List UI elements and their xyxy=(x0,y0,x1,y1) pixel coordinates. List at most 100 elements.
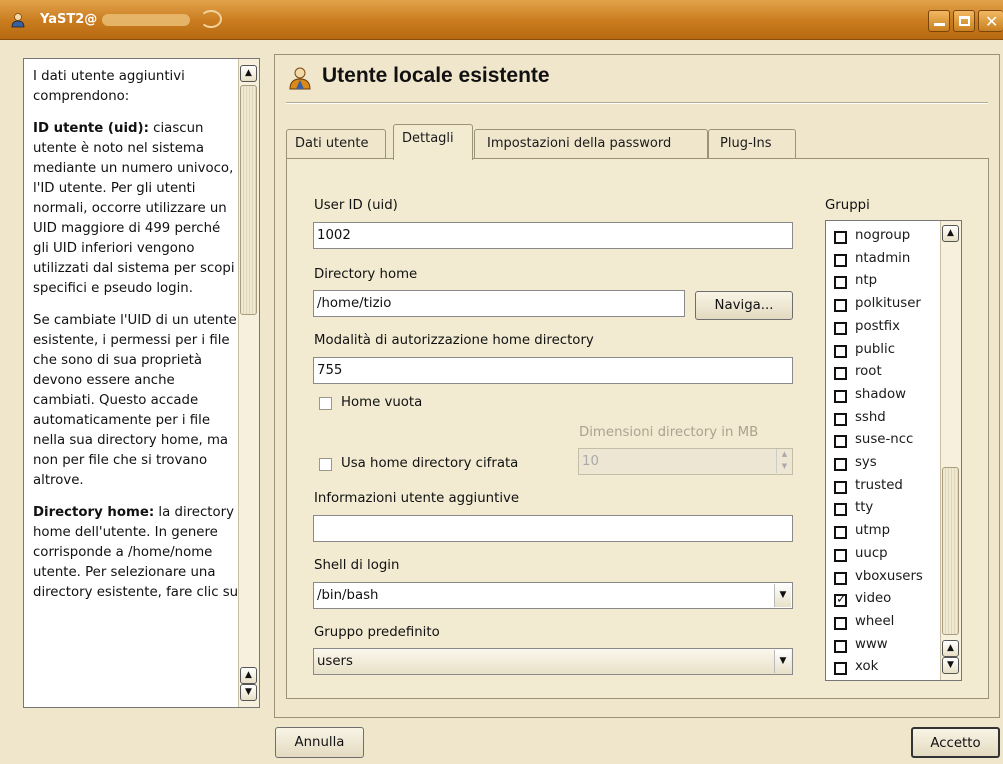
group-name: trusted xyxy=(855,477,903,493)
home-label: Directory home xyxy=(314,267,418,282)
extra-info-label: Informazioni utente aggiuntive xyxy=(314,491,520,506)
unchecked-checkbox[interactable] xyxy=(834,412,847,426)
swirl-logo-icon xyxy=(200,10,222,28)
encrypted-home-checkbox[interactable] xyxy=(319,458,332,471)
scroll-up-icon[interactable]: ▲ xyxy=(942,640,959,657)
chevron-down-icon[interactable]: ▼ xyxy=(774,650,791,673)
browse-button[interactable]: Naviga... xyxy=(695,291,793,320)
unchecked-checkbox[interactable] xyxy=(834,639,847,653)
group-name: nogroup xyxy=(855,228,911,243)
unchecked-checkbox[interactable] xyxy=(834,526,847,540)
maximize-button[interactable] xyxy=(953,10,975,32)
spin-up-icon[interactable]: ▲ xyxy=(776,449,792,461)
cancel-button[interactable]: Annulla xyxy=(275,727,364,758)
unchecked-checkbox[interactable] xyxy=(834,458,847,471)
page-title: Utente locale esistente xyxy=(322,64,550,87)
group-name: www xyxy=(855,636,888,652)
group-name: sshd xyxy=(855,409,886,425)
close-button[interactable]: ✕ xyxy=(978,10,1003,32)
spin-down-icon[interactable]: ▼ xyxy=(776,461,792,473)
group-name: xok xyxy=(855,659,879,675)
maximize-icon xyxy=(959,16,970,26)
unchecked-checkbox[interactable] xyxy=(834,480,847,494)
user-icon xyxy=(289,67,311,90)
dir-size-label: Dimensioni directory in MB xyxy=(579,425,759,440)
help-panel[interactable]: I dati utente aggiuntivi comprendono: ID… xyxy=(23,58,260,708)
scroll-down-icon[interactable]: ▼ xyxy=(942,657,959,674)
unchecked-checkbox[interactable] xyxy=(834,662,847,676)
checked-checkbox[interactable] xyxy=(834,592,847,608)
unchecked-checkbox[interactable] xyxy=(834,253,847,267)
shell-label: Shell di login xyxy=(314,558,400,573)
window-titlebar[interactable]: YaST2@ ✕ xyxy=(0,0,1003,40)
default-group-label: Gruppo predefinito xyxy=(314,625,440,640)
tab-dati-utente[interactable]: Dati utente xyxy=(286,129,386,159)
group-name: polkituser xyxy=(855,296,921,312)
scroll-up-icon[interactable]: ▲ xyxy=(240,65,257,82)
minimize-button[interactable] xyxy=(928,10,950,32)
perm-input[interactable]: 755 xyxy=(313,357,793,384)
help-scroll-thumb[interactable] xyxy=(240,85,257,315)
group-name: suse-ncc xyxy=(855,432,914,448)
group-name: vboxusers xyxy=(855,568,923,584)
group-name: postfix xyxy=(855,318,900,334)
group-name: utmp xyxy=(855,523,891,539)
perm-label: Modalità di autorizzazione home director… xyxy=(314,333,594,348)
group-name: public xyxy=(855,341,896,357)
group-name: root xyxy=(855,364,882,380)
window-title: YaST2@ xyxy=(40,12,98,27)
help-paragraph: I dati utente aggiuntivi comprendono: xyxy=(33,69,185,104)
accept-button[interactable]: Accetto xyxy=(911,727,1000,758)
unchecked-checkbox[interactable] xyxy=(834,571,847,585)
help-paragraph: Se cambiate l'UID di un utente esistente… xyxy=(33,313,237,488)
dir-size-spinbox[interactable]: 10 ▲ ▼ xyxy=(578,448,793,475)
unchecked-checkbox[interactable] xyxy=(834,503,847,517)
group-name: tty xyxy=(855,500,874,516)
groups-list[interactable]: nogroup ntadmin ntp polkituser postfix public… xyxy=(825,220,962,681)
help-scrollbar[interactable]: ▲ ▲ ▼ xyxy=(238,59,259,707)
group-name: ntadmin xyxy=(855,250,911,266)
help-paragraph: ID utente (uid): ciascun utente è noto n… xyxy=(33,121,235,296)
tab-plug-ins[interactable]: Plug-Ins xyxy=(708,129,796,159)
groups-scroll-thumb[interactable] xyxy=(942,467,959,635)
unchecked-checkbox[interactable] xyxy=(834,344,847,358)
tab-dettagli[interactable]: Dettagli xyxy=(393,124,473,160)
unchecked-checkbox[interactable] xyxy=(834,435,847,449)
default-group-select[interactable]: users ▼ xyxy=(313,648,793,675)
scroll-up-icon[interactable]: ▲ xyxy=(240,667,257,684)
group-name: ntp xyxy=(855,273,878,289)
unchecked-checkbox[interactable] xyxy=(834,231,847,244)
unchecked-checkbox[interactable] xyxy=(834,616,847,630)
unchecked-checkbox[interactable] xyxy=(834,367,847,381)
uid-input[interactable]: 1002 xyxy=(313,222,793,249)
close-icon: ✕ xyxy=(985,12,999,31)
extra-info-input[interactable] xyxy=(313,515,793,542)
unchecked-checkbox[interactable] xyxy=(834,299,847,313)
unchecked-checkbox[interactable] xyxy=(834,276,847,290)
groups-label: Gruppi xyxy=(825,198,870,213)
home-input[interactable]: /home/tizio xyxy=(313,290,685,317)
encrypted-home-label: Usa home directory cifrata xyxy=(341,456,519,471)
empty-home-checkbox[interactable] xyxy=(319,397,332,410)
group-name: wheel xyxy=(855,613,895,629)
chevron-down-icon[interactable]: ▼ xyxy=(774,584,791,607)
group-name: shadow xyxy=(855,386,906,402)
group-name: video xyxy=(855,591,892,607)
help-paragraph: Directory home: la directory home dell'u… xyxy=(33,505,239,600)
shell-combo[interactable]: /bin/bash ▼ xyxy=(313,582,793,609)
groups-scrollbar[interactable]: ▲ ▲ ▼ xyxy=(940,221,961,680)
unchecked-checkbox[interactable] xyxy=(834,548,847,562)
unchecked-checkbox[interactable] xyxy=(834,321,847,335)
help-text: I dati utente aggiuntivi comprendono: ID… xyxy=(33,67,239,615)
group-name: uucp xyxy=(855,545,888,561)
group-name: sys xyxy=(855,455,877,470)
yast-user-icon xyxy=(11,13,25,28)
scroll-up-icon[interactable]: ▲ xyxy=(942,225,959,242)
divider xyxy=(286,102,988,104)
scroll-down-icon[interactable]: ▼ xyxy=(240,684,257,701)
hostname-blur xyxy=(102,14,190,26)
empty-home-label: Home vuota xyxy=(341,395,423,410)
tab-impostazioni-password[interactable]: Impostazioni della password xyxy=(474,129,708,159)
unchecked-checkbox[interactable] xyxy=(834,389,847,403)
uid-label: User ID (uid) xyxy=(314,198,398,213)
